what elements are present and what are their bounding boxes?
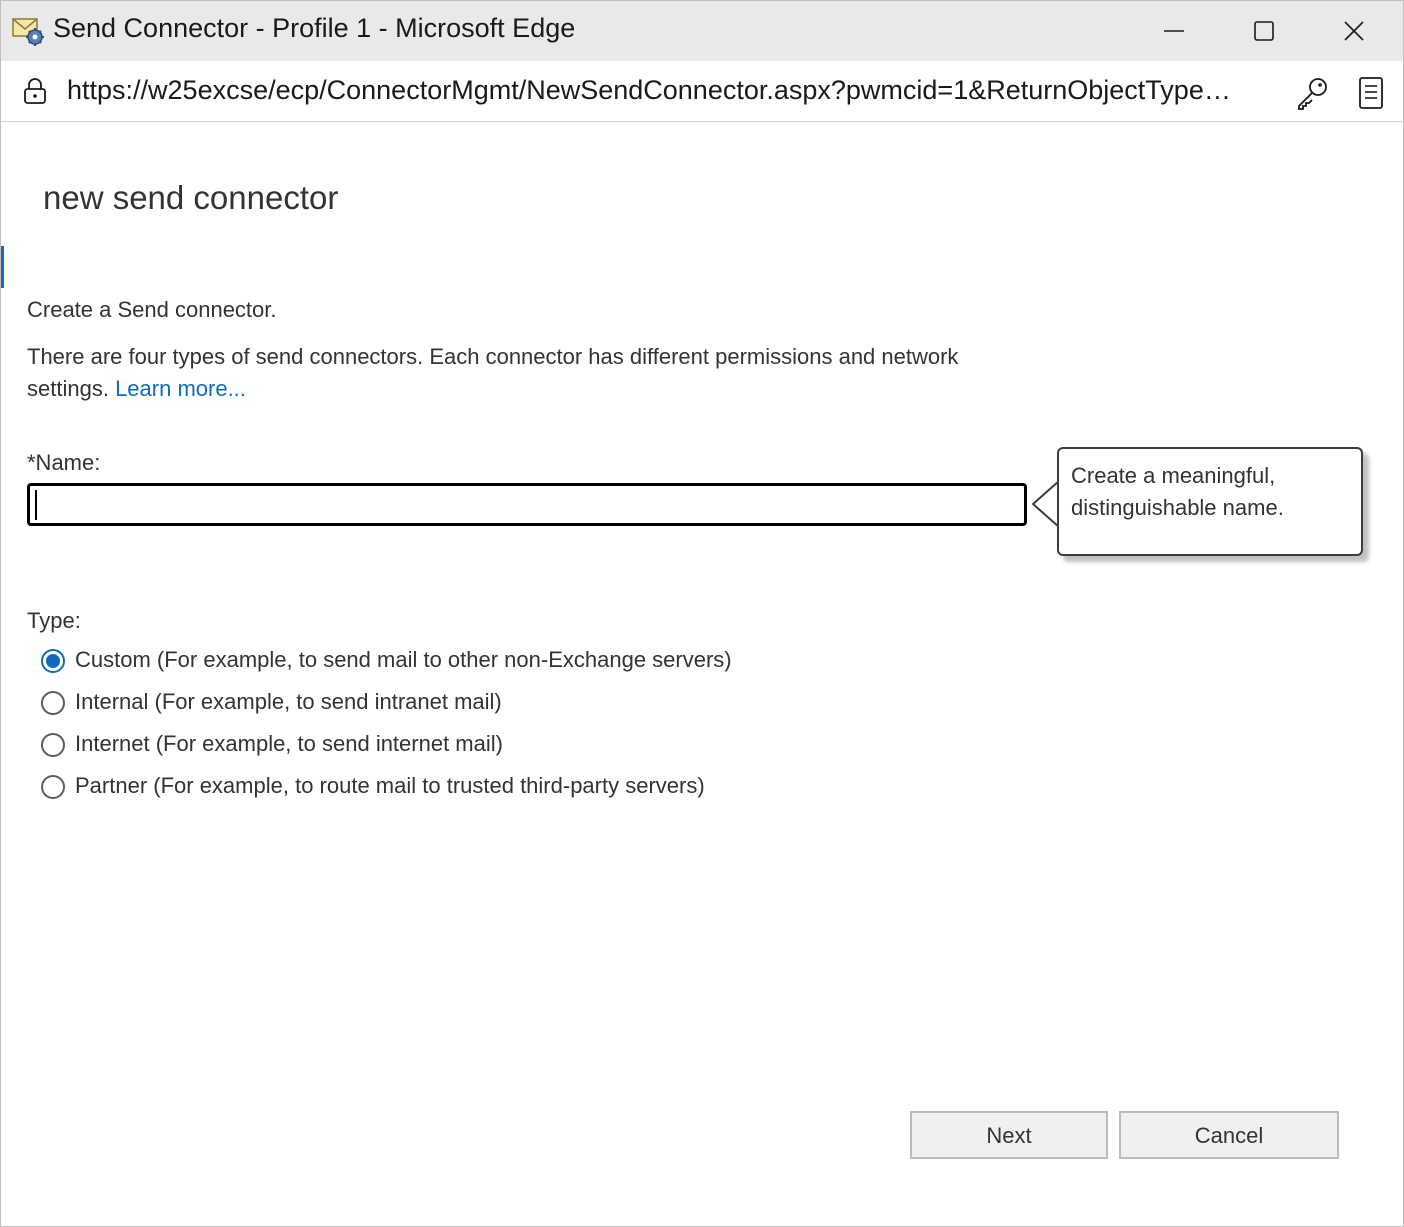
radio-unchecked-icon[interactable]: [41, 733, 65, 757]
window-title: Send Connector - Profile 1 - Microsoft E…: [53, 13, 576, 43]
radio-label: Internet (For example, to send internet …: [75, 731, 503, 756]
type-label: Type:: [27, 608, 81, 633]
maximize-icon: [1254, 21, 1274, 41]
learn-more-link[interactable]: Learn more...: [115, 376, 246, 401]
reading-view-icon[interactable]: [1355, 75, 1387, 111]
url-field[interactable]: https://w25excse/ecp/ConnectorMgmt/NewSe…: [67, 75, 1277, 106]
name-tooltip: Create a meaningful, distinguishable nam…: [1057, 447, 1363, 556]
radio-label: Custom (For example, to send mail to oth…: [75, 647, 732, 672]
radio-checked-icon[interactable]: [41, 649, 65, 673]
radio-label: Internal (For example, to send intranet …: [75, 689, 502, 714]
description-text: There are four types of send connectors.…: [27, 341, 967, 405]
nav-accent-bar: [1, 246, 4, 288]
minimize-icon: [1164, 30, 1184, 32]
radio-unchecked-icon[interactable]: [41, 775, 65, 799]
browser-window: Send Connector - Profile 1 - Microsoft E…: [0, 0, 1404, 1227]
name-input[interactable]: [27, 483, 1027, 526]
next-button[interactable]: Next: [910, 1111, 1108, 1159]
page-title: new send connector: [43, 179, 339, 216]
radio-unchecked-icon[interactable]: [41, 691, 65, 715]
text-caret: [35, 490, 37, 520]
minimize-button[interactable]: [1129, 1, 1219, 61]
lock-icon[interactable]: [21, 77, 49, 105]
title-bar[interactable]: Send Connector - Profile 1 - Microsoft E…: [1, 1, 1403, 61]
intro-text: Create a Send connector.: [27, 297, 277, 322]
close-icon: [1344, 21, 1364, 41]
key-icon[interactable]: [1295, 75, 1331, 111]
address-bar: https://w25excse/ecp/ConnectorMgmt/NewSe…: [1, 61, 1403, 122]
mail-gear-icon: [11, 13, 45, 47]
radio-label: Partner (For example, to route mail to t…: [75, 773, 705, 798]
cancel-button[interactable]: Cancel: [1119, 1111, 1339, 1159]
name-label: *Name:: [27, 450, 101, 475]
maximize-button[interactable]: [1219, 1, 1309, 61]
close-button[interactable]: [1309, 1, 1399, 61]
